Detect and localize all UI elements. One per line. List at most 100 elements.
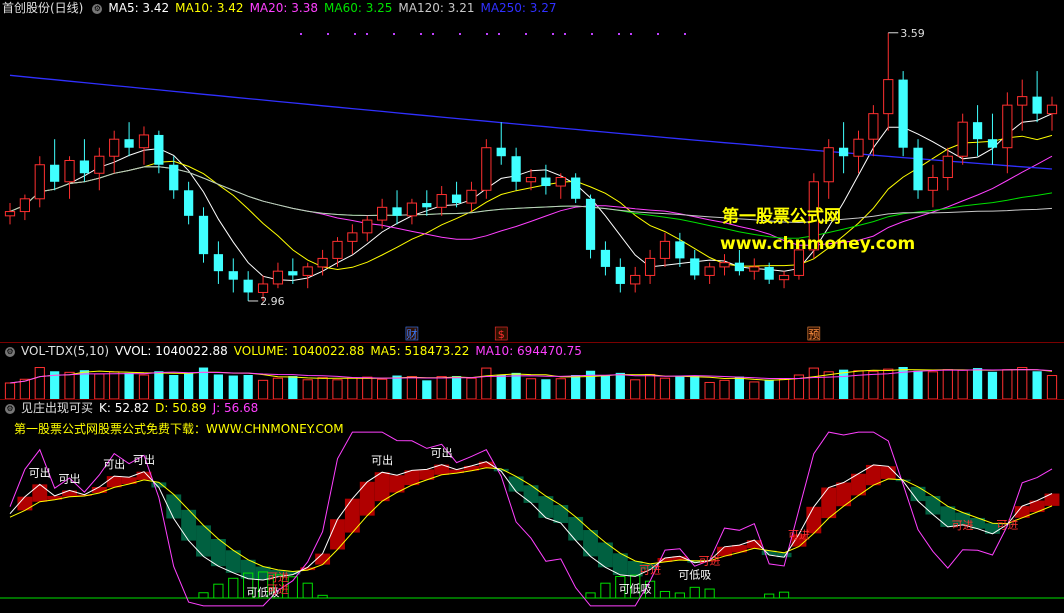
volume-bar: [34, 367, 45, 399]
signal-label: 可进: [996, 518, 1018, 531]
candle: [675, 241, 685, 259]
volume-chart[interactable]: [0, 343, 1064, 399]
volume-bar: [704, 381, 715, 399]
signal-label: 可出: [59, 471, 81, 485]
signal-label: 可出: [29, 465, 51, 479]
candle: [600, 249, 611, 267]
top-signal-dot: [300, 33, 302, 35]
candle: [198, 215, 209, 255]
top-signal-dot: [657, 33, 659, 35]
top-signal-dot: [366, 33, 368, 35]
candle: [719, 262, 730, 268]
volume-bar: [213, 374, 224, 399]
candle: [630, 274, 641, 285]
volume-bar: [571, 375, 581, 399]
volume-bar: [332, 379, 343, 399]
indicator-block: [17, 496, 33, 511]
low-zone-bar: [659, 590, 671, 599]
volume-bar: [109, 371, 120, 399]
indicator-chart[interactable]: 可出 可出可出 可出 可出可出可低吸 可低吸可低吸可进可进可进可进可进 可进可进: [0, 400, 1064, 613]
indicator-block: [344, 498, 360, 533]
candle: [659, 240, 671, 259]
candle: [392, 207, 402, 216]
indicator-block: [166, 494, 182, 519]
price-panel: 首创股份(日线) ⚙ MA5: 3.42 MA10: 3.42 MA20: 3.38 MA…: [0, 0, 1064, 342]
candle: [124, 139, 134, 148]
volume-bar: [228, 375, 238, 399]
top-signal-dot: [432, 33, 434, 35]
low-zone-bar: [689, 586, 700, 599]
volume-bar: [734, 376, 745, 399]
candle: [257, 283, 269, 293]
candle: [823, 147, 834, 183]
top-signal-dot: [552, 33, 554, 35]
top-signal-dot: [459, 33, 461, 35]
indicator-block: [1044, 493, 1060, 506]
volume-bar: [764, 379, 774, 399]
volume-panel: ⚙ VOL-TDX(5,10) VVOL: 1040022.88 VOLUME: 10…: [0, 343, 1064, 399]
low-zone-bar: [600, 582, 611, 599]
indicator-block: [32, 484, 48, 502]
watermark-url: www.chnmoney.com: [720, 234, 916, 254]
indicator-block: [374, 472, 390, 502]
volume-bar: [749, 381, 760, 399]
indicator-block: [62, 490, 77, 497]
volume-bar: [94, 373, 105, 399]
volume-bar: [347, 377, 358, 399]
volume-bar: [272, 377, 284, 399]
volume-bar: [466, 377, 477, 399]
top-signal-dot: [420, 33, 422, 35]
volume-bar: [778, 378, 790, 399]
volume-bar: [659, 377, 671, 399]
top-signal-dot: [498, 33, 500, 35]
indicator-block: [330, 519, 345, 550]
ma5-line: [9, 113, 1053, 282]
volume-bar: [243, 375, 253, 399]
candle: [4, 211, 16, 217]
top-signal-dot: [393, 33, 395, 35]
signal-label: 可进: [639, 564, 661, 577]
price-chart[interactable]: 3.59 2.96 财 $ 预: [0, 0, 1064, 342]
volume-bar: [1046, 375, 1058, 399]
volume-bar: [1017, 367, 1028, 399]
candle: [406, 202, 418, 217]
volume-bar: [644, 373, 656, 399]
volume-bar: [169, 375, 179, 399]
candle: [109, 138, 120, 157]
candle: [272, 270, 284, 285]
signal-label: 可进: [952, 519, 974, 532]
volume-bar: [630, 379, 641, 399]
candle: [764, 266, 774, 280]
signal-label: 可进: [788, 528, 810, 541]
indicator-panel: ⚙ 见庄出现可买 K: 52.82 D: 50.89 J: 56.68 第一股票公式网股…: [0, 400, 1064, 613]
ma250-line: [9, 74, 1053, 170]
candle: [571, 177, 581, 199]
candle: [496, 147, 506, 157]
candle: [422, 203, 432, 208]
volume-bar: [138, 374, 150, 399]
low-zone-bar: [778, 591, 790, 599]
candle: [853, 138, 864, 157]
volume-bar: [600, 375, 611, 399]
indicator-block: [925, 496, 941, 515]
volume-bar: [1002, 369, 1013, 399]
volume-bar: [481, 367, 492, 399]
volume-bar: [525, 378, 537, 399]
candle: [64, 159, 75, 183]
candle: [690, 258, 700, 276]
candle: [838, 147, 849, 157]
indicator-block: [106, 476, 122, 488]
candle: [481, 147, 492, 191]
top-signal-dot: [486, 33, 488, 35]
volume-bar: [392, 375, 402, 399]
signal-label: 可出: [371, 453, 393, 467]
volume-bar: [541, 379, 551, 399]
low-zone-bar: [704, 588, 715, 599]
candle: [228, 271, 238, 280]
low-zone-bar: [213, 583, 224, 599]
signal-label: 可出: [103, 457, 125, 471]
candle: [79, 160, 90, 174]
candle: [987, 139, 998, 148]
volume-bar: [184, 372, 194, 399]
signal-label: 可低吸: [619, 582, 652, 595]
